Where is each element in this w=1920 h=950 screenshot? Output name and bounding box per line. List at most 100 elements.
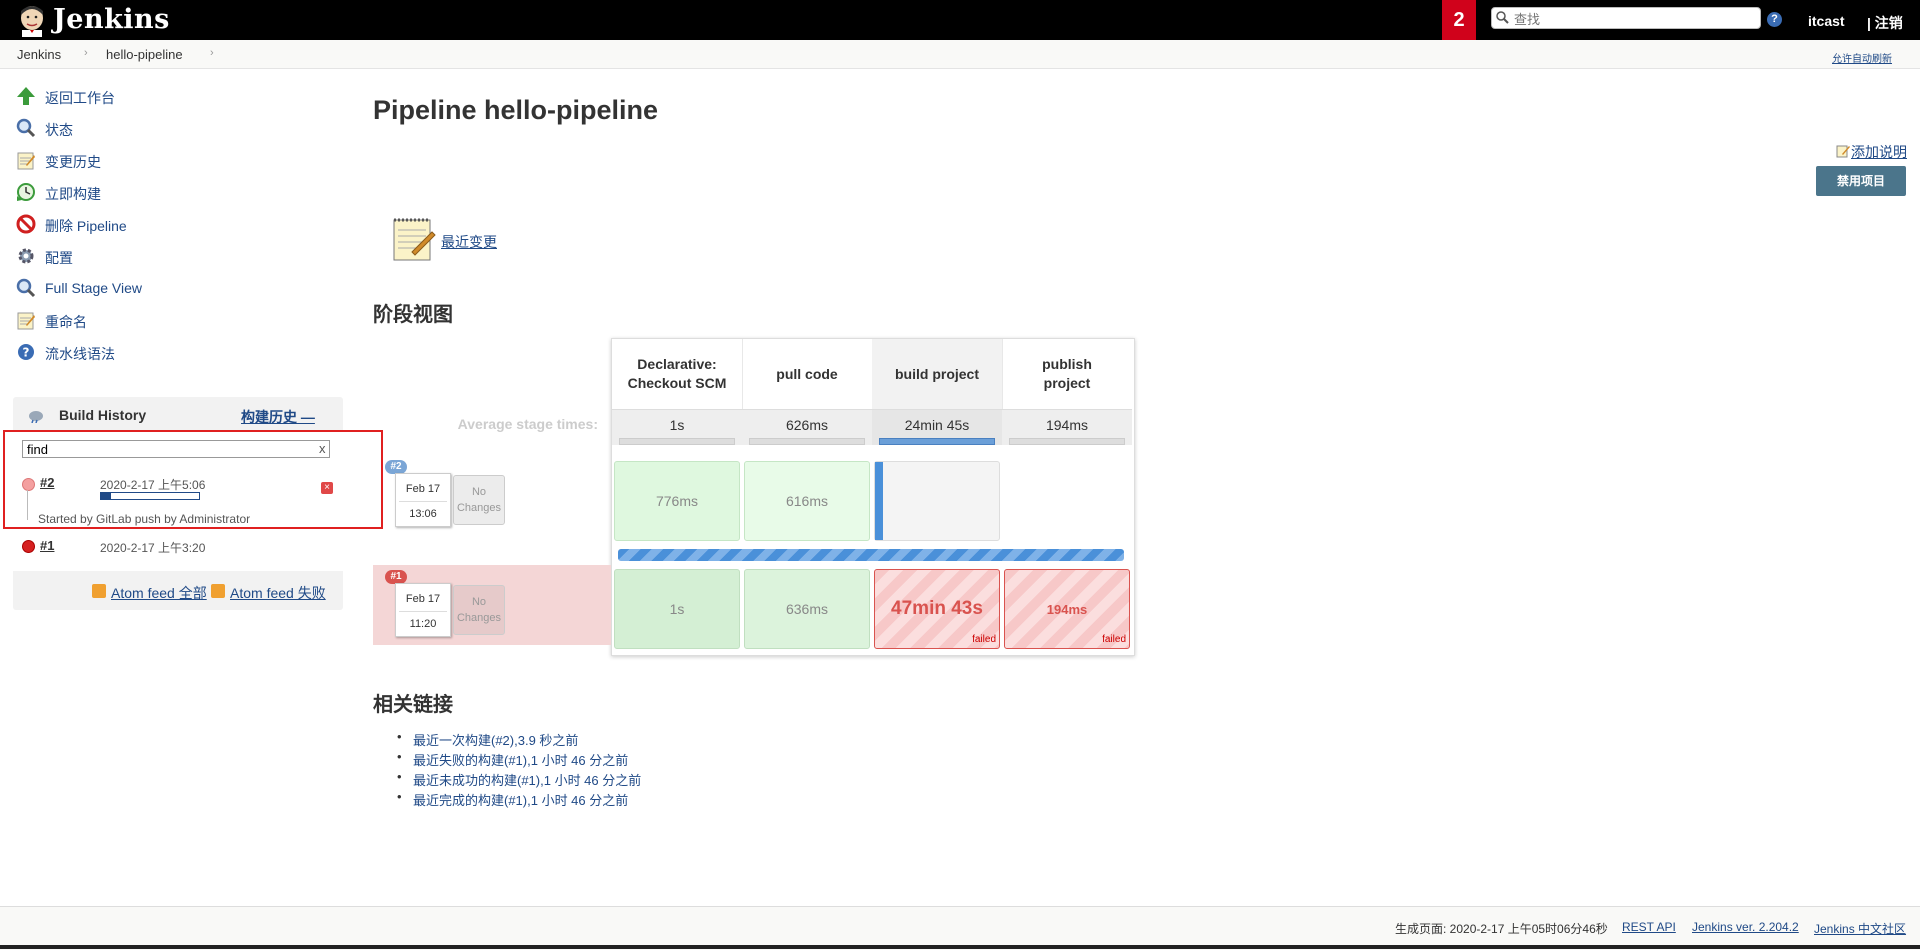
stage-avg-build-project: 24min 45s	[872, 409, 1002, 445]
last-completed-build-link[interactable]: 最近完成的构建(#1),1 小时 46 分之前	[413, 790, 628, 809]
build-history-title: Build History	[59, 407, 147, 423]
jenkins-community-link[interactable]: Jenkins 中文社区	[1814, 920, 1906, 937]
user-link[interactable]: itcast	[1808, 13, 1845, 29]
task-label: 变更历史	[45, 154, 101, 170]
top-header: Jenkins 2 ? itcast | 注销	[0, 0, 1920, 40]
stage-header-pull-code: pull code	[742, 339, 873, 409]
chevron-right-icon: ›	[84, 47, 88, 59]
task-label: Full Stage View	[45, 280, 143, 296]
stage-name: project	[1043, 375, 1091, 391]
average-stage-times-label: Average stage times:	[457, 416, 598, 432]
rest-api-link[interactable]: REST API	[1622, 920, 1676, 934]
no-changes-box: No Changes	[453, 475, 505, 525]
search-input[interactable]	[1512, 9, 1756, 29]
stage-view-title: 阶段视图	[373, 304, 453, 326]
stage-header-publish-project: publish project	[1002, 339, 1132, 409]
failed-label: failed	[1102, 634, 1126, 645]
add-description-link[interactable]: 添加说明	[1851, 142, 1907, 162]
avg-bar	[1009, 438, 1125, 445]
last-build-link[interactable]: 最近一次构建(#2),3.9 秒之前	[413, 730, 578, 749]
build-history-header: Build History 构建历史 —	[13, 397, 343, 431]
recent-changes-link[interactable]: 最近变更	[441, 232, 497, 252]
atom-feed-failed-link[interactable]: Atom feed 失败	[230, 583, 326, 603]
breadcrumb-jenkins[interactable]: Jenkins	[17, 47, 61, 62]
build-trend-link[interactable]: 构建历史 —	[241, 407, 315, 427]
stage-avg-checkout: 1s	[612, 409, 742, 445]
stage-cell-run1-pull-code[interactable]: 636ms	[744, 569, 870, 649]
avg-bar	[879, 438, 995, 445]
jenkins-logo[interactable]: Jenkins	[16, 3, 206, 37]
task-label: 立即构建	[45, 186, 101, 202]
gear-icon	[18, 248, 34, 264]
edit-icon	[1836, 145, 1850, 158]
jenkins-version-link[interactable]: Jenkins ver. 2.204.2	[1692, 920, 1799, 934]
breadcrumb-hello-pipeline[interactable]: hello-pipeline	[106, 47, 183, 62]
notification-badge[interactable]: 2	[1442, 0, 1476, 40]
notepad-icon	[393, 218, 436, 261]
run-date-box: Feb 17 13:06	[395, 473, 451, 527]
search-icon	[16, 278, 36, 298]
stage-avg-pull-code: 626ms	[742, 409, 872, 445]
run-row-1: #1 Feb 17 11:20 No Changes	[373, 565, 611, 645]
build-status-ball-icon	[22, 540, 35, 553]
stage-avg-publish-project: 194ms	[1002, 409, 1132, 445]
bullet: •	[397, 769, 402, 784]
stage-cell-run2-checkout[interactable]: 776ms	[614, 461, 740, 541]
run-time: 13:06	[399, 501, 447, 520]
no-changes-box: No Changes	[453, 585, 505, 635]
stage-name: pull code	[776, 365, 838, 382]
auto-refresh-link[interactable]: 允许自动刷新	[1832, 50, 1892, 65]
stage-view-table: Declarative: Checkout SCM pull code build…	[611, 338, 1135, 656]
notepad-icon	[17, 152, 35, 170]
disable-project-button[interactable]: 禁用项目	[1816, 166, 1906, 196]
stage-cell-run2-pull-code[interactable]: 616ms	[744, 461, 870, 541]
atom-feed-all-link[interactable]: Atom feed 全部	[111, 583, 207, 603]
running-indicator	[875, 462, 883, 540]
stage-avg-time: 626ms	[785, 417, 829, 433]
avg-bar	[619, 438, 735, 445]
weather-icon	[29, 411, 43, 423]
stage-cell-run2-publish-project	[1004, 461, 1130, 541]
search-icon	[16, 118, 36, 138]
chevron-right-icon: ›	[210, 47, 214, 59]
jenkins-butler-icon	[21, 6, 43, 37]
stage-cell-run1-publish-project[interactable]: 194ms failed	[1004, 569, 1130, 649]
run-progress-bar	[618, 549, 1124, 561]
stage-avg-time: 1s	[669, 417, 685, 433]
avg-bar	[749, 438, 865, 445]
search-icon	[1496, 11, 1509, 24]
build-number-link[interactable]: #1	[40, 538, 54, 553]
logout-link[interactable]: | 注销	[1867, 13, 1903, 33]
task-label: 配置	[45, 250, 73, 266]
run-date-box: Feb 17 11:20	[395, 583, 451, 637]
run-badge[interactable]: #1	[385, 570, 407, 584]
page-title: Pipeline hello-pipeline	[373, 95, 659, 125]
no-changes-text: Changes	[456, 612, 502, 624]
stage-view: Average stage times: Declarative: Checkou…	[373, 335, 1135, 656]
task-label: 删除 Pipeline	[45, 218, 127, 234]
help-icon[interactable]: ?	[1767, 12, 1782, 27]
logo-text: Jenkins	[53, 4, 170, 35]
bullet: •	[397, 749, 402, 764]
build-date: 2020-2-17 上午3:20	[100, 541, 206, 555]
build-clock-icon	[17, 183, 35, 201]
no-changes-text: No	[471, 486, 487, 498]
notepad-icon	[17, 312, 35, 330]
task-label: 返回工作台	[45, 90, 115, 106]
run-row-2: #2 Feb 17 13:06 No Changes	[373, 460, 611, 540]
bottom-strip	[0, 945, 1920, 949]
related-links-title: 相关链接	[373, 694, 453, 716]
stage-header-checkout: Declarative: Checkout SCM	[612, 339, 743, 409]
stage-cell-time: 194ms	[1046, 601, 1088, 617]
stage-cell-time: 47min 43s	[891, 598, 983, 619]
last-unsuccessful-build-link[interactable]: 最近未成功的构建(#1),1 小时 46 分之前	[413, 770, 641, 789]
stage-cell-run1-checkout[interactable]: 1s	[614, 569, 740, 649]
stage-avg-time: 24min 45s	[904, 417, 970, 433]
stage-name: build project	[895, 365, 979, 382]
stage-cell-run2-build-project[interactable]	[874, 461, 1000, 541]
run-badge[interactable]: #2	[385, 460, 407, 474]
last-failed-build-link[interactable]: 最近失败的构建(#1),1 小时 46 分之前	[413, 750, 628, 769]
search-box[interactable]	[1491, 7, 1761, 29]
footer: 生成页面: 2020-2-17 上午05时06分46秒 REST API Jen…	[0, 906, 1920, 950]
stage-cell-run1-build-project[interactable]: 47min 43s failed	[874, 569, 1000, 649]
